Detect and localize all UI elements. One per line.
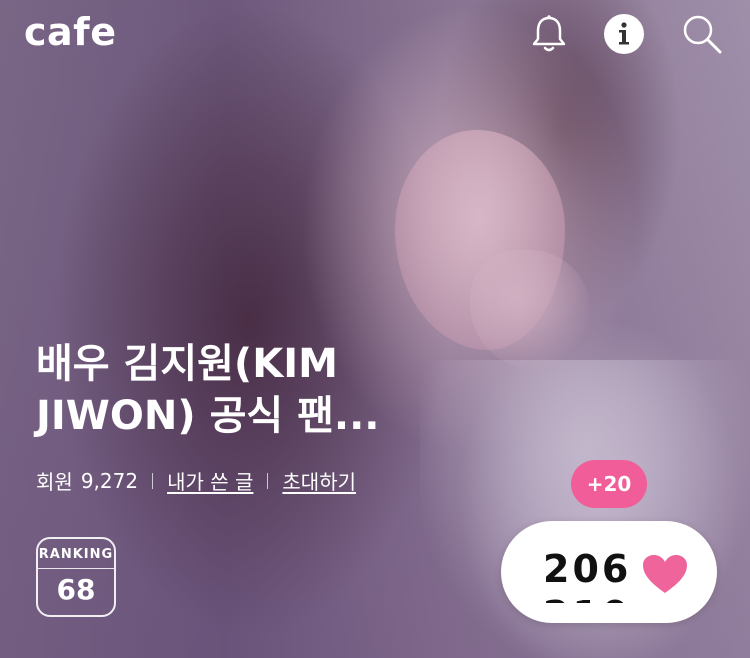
divider [152,472,154,489]
cover-photo-hand [470,250,590,370]
bell-icon[interactable] [527,12,571,56]
members-count: 9,272 [80,468,139,493]
ranking-badge[interactable]: RANKING 68 [36,537,116,617]
like-counter: 206 210 [541,539,631,603]
cafe-logo[interactable]: cafe [24,10,116,54]
top-bar: cafe [0,0,750,70]
members-label: 회원 [36,470,73,494]
ranking-value: 68 [56,573,96,606]
like-count-next: 210 [543,595,631,603]
search-icon[interactable] [680,12,724,56]
divider [267,472,269,489]
like-increment-badge: +20 [571,460,647,508]
cafe-meta: 회원 9,272 내가 쓴 글 초대하기 [36,466,356,495]
like-count: 206 [543,547,631,591]
like-button[interactable]: 206 210 [501,521,717,623]
cover-photo-face [395,130,565,350]
ranking-label: RANKING [38,539,114,569]
my-posts-link[interactable]: 내가 쓴 글 [167,466,253,495]
invite-link[interactable]: 초대하기 [282,466,356,495]
info-icon[interactable] [602,12,646,56]
heart-icon [641,553,689,595]
cafe-title: 배우 김지원(KIM JIWON) 공식 팬... [36,341,380,439]
